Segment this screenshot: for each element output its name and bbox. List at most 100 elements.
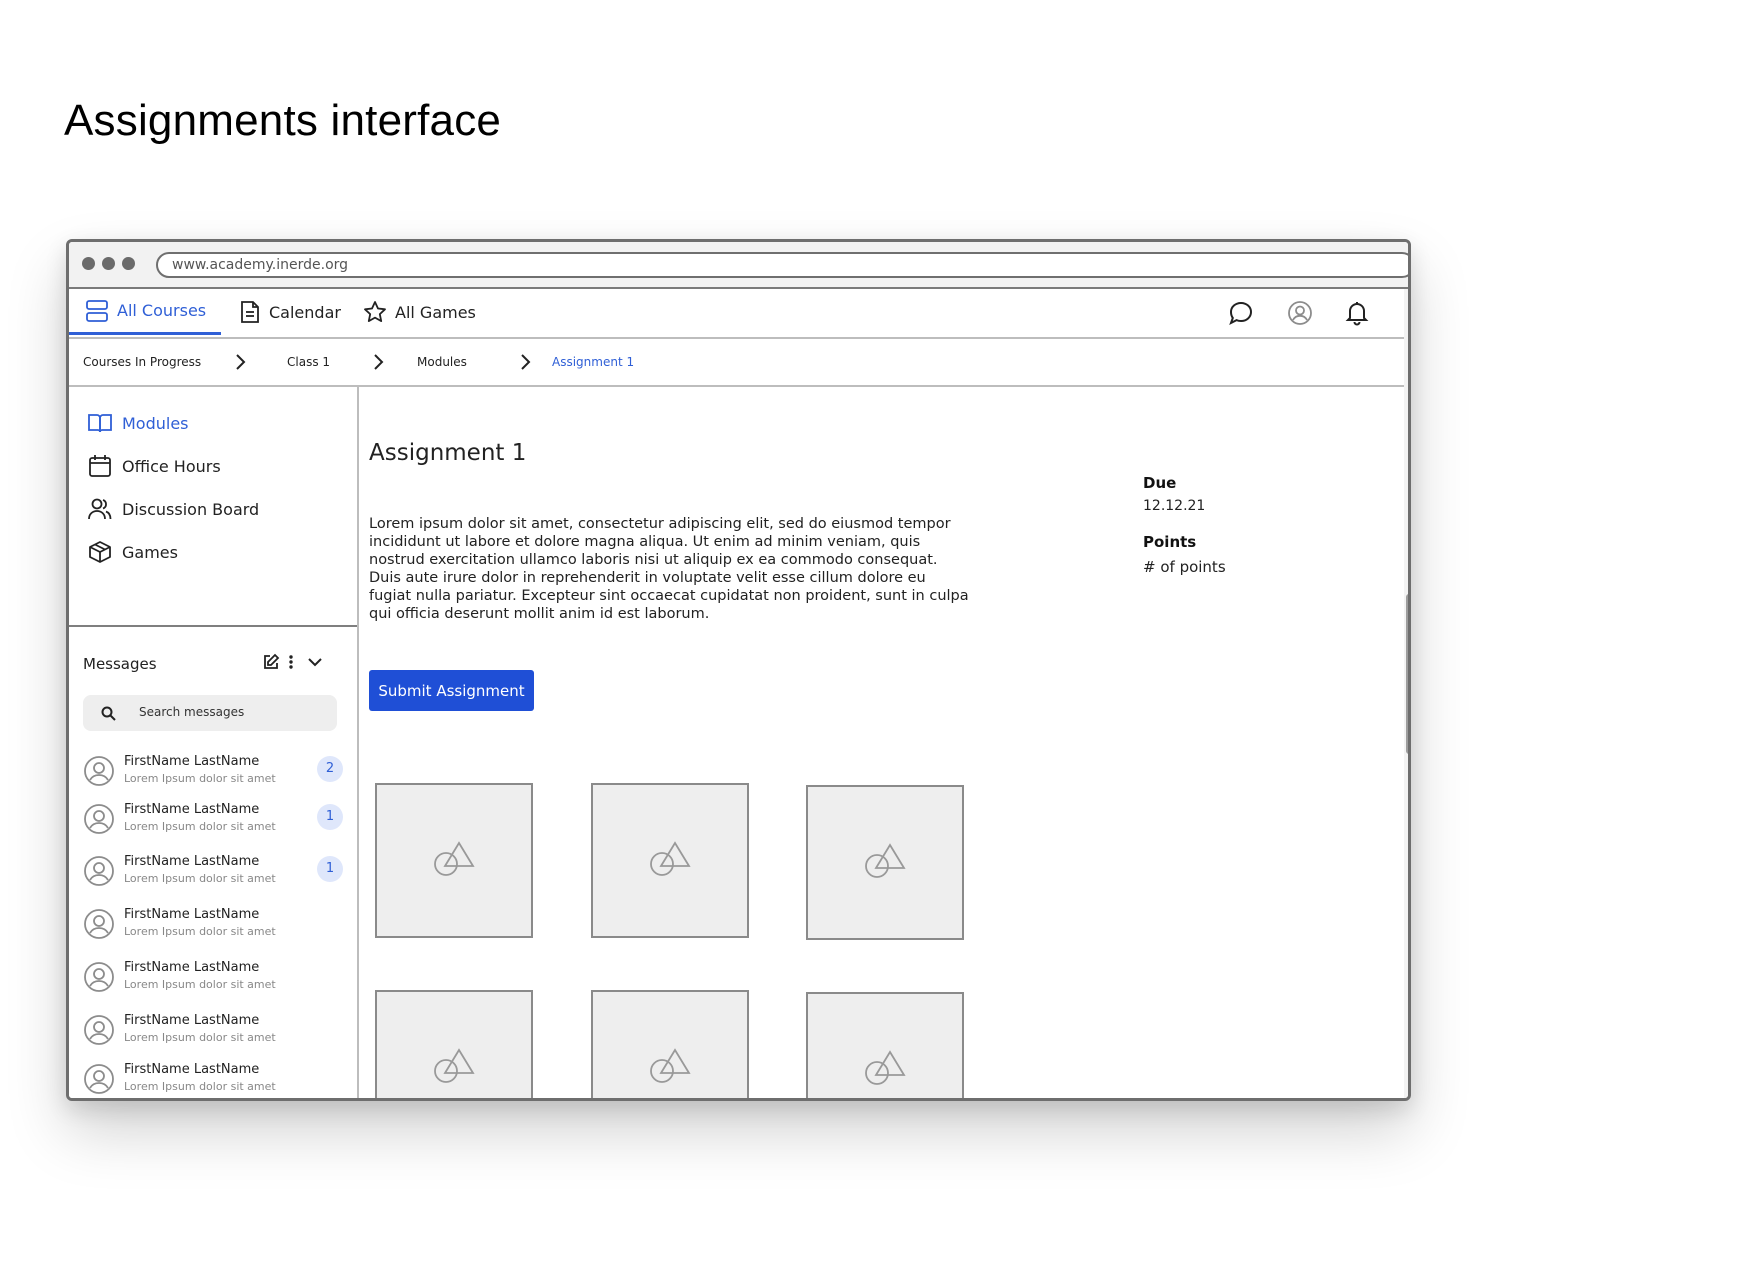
shapes-icon	[434, 1048, 475, 1083]
breadcrumb-modules[interactable]: Modules	[417, 355, 467, 369]
list-item[interactable]: FirstName LastName Lorem Ipsum dolor sit…	[83, 754, 343, 798]
chevron-right-icon	[236, 354, 246, 370]
window-close-dot[interactable]	[82, 257, 95, 270]
message-preview: Lorem Ipsum dolor sit amet	[124, 925, 276, 938]
shapes-icon	[865, 1050, 906, 1085]
search-icon	[101, 706, 116, 721]
contact-name: FirstName LastName	[124, 754, 260, 769]
submit-assignment-button[interactable]: Submit Assignment	[369, 670, 534, 711]
breadcrumb-courses-in-progress[interactable]: Courses In Progress	[83, 355, 201, 369]
sidebar-item-office-hours[interactable]: Office Hours	[87, 454, 221, 478]
sidebar-divider	[69, 625, 357, 627]
list-item[interactable]: FirstName LastName Lorem Ipsum dolor sit…	[83, 907, 343, 951]
assignment-description: Lorem ipsum dolor sit amet, consectetur …	[369, 516, 969, 622]
unread-badge: 2	[317, 756, 343, 782]
image-placeholder[interactable]	[375, 783, 533, 938]
message-preview: Lorem Ipsum dolor sit amet	[124, 772, 276, 785]
due-label: Due	[1143, 474, 1177, 492]
users-icon	[88, 498, 112, 520]
message-preview: Lorem Ipsum dolor sit amet	[124, 978, 276, 991]
breadcrumb-class-1[interactable]: Class 1	[287, 355, 330, 369]
image-placeholder[interactable]	[806, 992, 964, 1098]
sidebar-item-discussion-board[interactable]: Discussion Board	[87, 497, 259, 521]
tab-all-courses-label: All Courses	[117, 301, 207, 320]
list-item[interactable]: FirstName LastName Lorem Ipsum dolor sit…	[83, 1013, 343, 1057]
points-label: Points	[1143, 533, 1197, 551]
message-search[interactable]	[83, 695, 337, 731]
avatar	[84, 909, 114, 939]
tab-calendar[interactable]: Calendar	[239, 289, 341, 335]
book-icon	[88, 414, 112, 433]
shapes-icon	[650, 1048, 691, 1083]
list-item[interactable]: FirstName LastName Lorem Ipsum dolor sit…	[83, 960, 343, 1004]
avatar	[84, 804, 114, 834]
message-preview: Lorem Ipsum dolor sit amet	[124, 1031, 276, 1044]
due-date: 12.12.21	[1143, 498, 1206, 514]
document-icon	[241, 301, 259, 323]
window-minimize-dot[interactable]	[102, 257, 115, 270]
breadcrumb-assignment-1: Assignment 1	[552, 355, 635, 369]
image-placeholder[interactable]	[591, 990, 749, 1098]
chevron-down-icon[interactable]	[306, 653, 324, 671]
top-nav: All Courses Calendar All Games	[69, 289, 1404, 339]
chat-icon[interactable]	[1228, 300, 1254, 326]
bell-icon[interactable]	[1344, 300, 1370, 326]
sidebar: Modules Office Hours Discussion Board Ga…	[69, 387, 359, 1098]
message-preview: Lorem Ipsum dolor sit amet	[124, 820, 276, 833]
image-placeholder[interactable]	[591, 783, 749, 938]
star-icon	[364, 301, 386, 322]
assignment-title: Assignment 1	[369, 440, 527, 466]
sidebar-item-label: Modules	[122, 413, 189, 433]
cube-icon	[89, 541, 111, 563]
contact-name: FirstName LastName	[124, 907, 260, 922]
sidebar-item-label: Discussion Board	[122, 499, 260, 519]
calendar-icon	[89, 455, 111, 477]
avatar	[84, 856, 114, 886]
tab-calendar-label: Calendar	[269, 302, 341, 322]
tab-all-games-label: All Games	[395, 302, 476, 322]
tab-all-games[interactable]: All Games	[363, 289, 476, 335]
shapes-icon	[865, 843, 906, 878]
browser-titlebar: www.academy.inerde.org	[69, 242, 1408, 289]
contact-name: FirstName LastName	[124, 854, 260, 869]
breadcrumb: Courses In Progress Class 1 Modules Assi…	[69, 339, 1404, 387]
message-preview: Lorem Ipsum dolor sit amet	[124, 1080, 276, 1093]
list-item[interactable]: FirstName LastName Lorem Ipsum dolor sit…	[83, 1062, 343, 1098]
chevron-right-icon	[521, 354, 531, 370]
avatar	[84, 1015, 114, 1045]
scrollbar-thumb[interactable]	[1406, 594, 1408, 754]
image-placeholder[interactable]	[375, 990, 533, 1098]
contact-name: FirstName LastName	[124, 802, 260, 817]
list-item[interactable]: FirstName LastName Lorem Ipsum dolor sit…	[83, 854, 343, 898]
courses-icon	[86, 299, 108, 322]
page-title: Assignments interface	[64, 96, 502, 145]
vertical-scrollbar[interactable]	[1404, 289, 1408, 1098]
message-preview: Lorem Ipsum dolor sit amet	[124, 872, 276, 885]
compose-icon[interactable]	[262, 653, 280, 671]
chevron-right-icon	[374, 354, 384, 370]
more-options-icon[interactable]	[288, 653, 294, 671]
window-maximize-dot[interactable]	[122, 257, 135, 270]
messages-title: Messages	[83, 655, 157, 673]
tab-all-courses[interactable]: All Courses	[69, 289, 221, 335]
avatar	[84, 756, 114, 786]
image-placeholder[interactable]	[806, 785, 964, 940]
url-bar[interactable]: www.academy.inerde.org	[156, 252, 1408, 278]
sidebar-item-modules[interactable]: Modules	[87, 411, 189, 435]
contact-name: FirstName LastName	[124, 960, 260, 975]
contact-name: FirstName LastName	[124, 1013, 260, 1028]
unread-badge: 1	[317, 804, 343, 830]
sidebar-item-label: Office Hours	[122, 456, 221, 476]
shapes-icon	[650, 841, 691, 876]
shapes-icon	[434, 841, 475, 876]
list-item[interactable]: FirstName LastName Lorem Ipsum dolor sit…	[83, 802, 343, 846]
search-input[interactable]	[137, 704, 331, 720]
user-icon[interactable]	[1287, 300, 1313, 326]
sidebar-item-label: Games	[122, 542, 178, 562]
sidebar-item-games[interactable]: Games	[87, 540, 178, 564]
unread-badge: 1	[317, 856, 343, 882]
avatar	[84, 962, 114, 992]
points-value: # of points	[1143, 558, 1226, 576]
contact-name: FirstName LastName	[124, 1062, 260, 1077]
avatar	[84, 1064, 114, 1094]
